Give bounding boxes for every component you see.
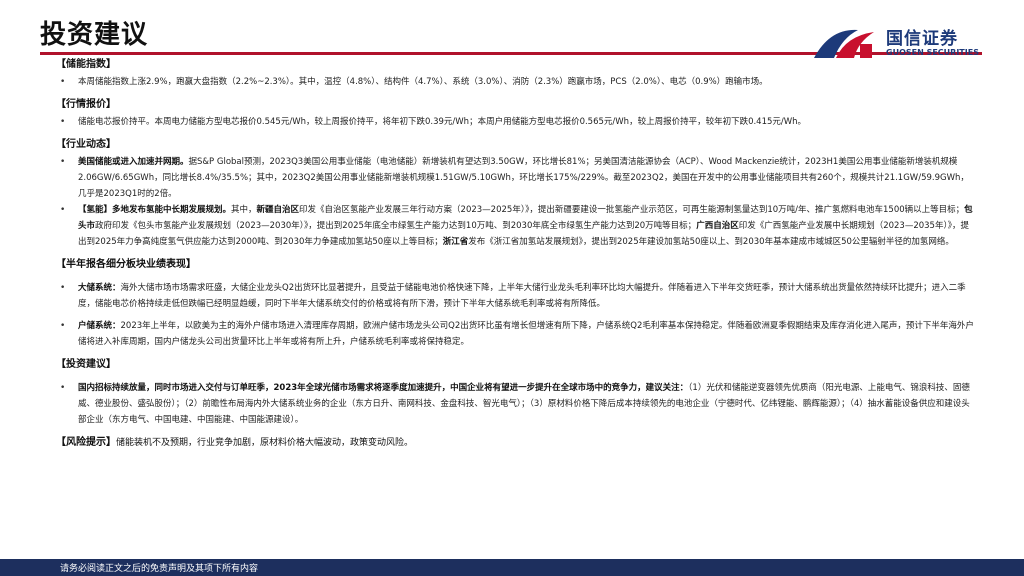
item-bold: 国内招标持续放量，同时市场进入交付与订单旺季，2023年全球光储市场需求将逐季度…	[78, 383, 689, 393]
logo-mark-icon	[814, 29, 874, 58]
item-text: 2023年上半年，以欧美为主的海外户储市场进入清理库存周期，欧洲户储市场龙头公司…	[78, 321, 974, 347]
item-text: 印发《自治区氢能产业发展三年行动方案（2023—2025年）》，提出新疆要建设一…	[299, 205, 965, 215]
item-text: 储能电芯报价持平。本周电力储能方型电芯报价0.545元/Wh，较上周报价持平，将…	[78, 117, 807, 127]
item-bold: 浙江省	[442, 237, 469, 247]
item-bold: 大储系统：	[78, 283, 121, 293]
item-text: 据S&P Global预测，2023Q3美国公用事业储能（电池储能）新增装机有望…	[78, 157, 969, 199]
item-bold: 户储系统：	[78, 321, 121, 331]
bullet-icon: •	[60, 205, 66, 215]
list-item: • 大储系统：海外大储市场市场需求旺盛，大储企业龙头Q2出货环比显著提升，且受益…	[56, 280, 976, 312]
item-bold: 【氢能】多地发布氢能中长期发展规划。	[78, 205, 232, 215]
logo-text-cn: 国信证券	[886, 29, 958, 49]
bullet-icon: •	[60, 383, 66, 393]
footer-disclaimer: 请务必阅读正文之后的免责声明及其项下所有内容	[60, 564, 259, 574]
item-text: 海外大储市场市场需求旺盛，大储企业龙头Q2出货环比显著提升，且受益于储能电池价格…	[78, 283, 966, 309]
item-bold: 新疆自治区	[256, 205, 300, 215]
item-bold: 广西自治区	[696, 221, 739, 231]
section-head-industry: 【行业动态】	[56, 139, 116, 150]
bullet-icon: •	[60, 157, 66, 167]
list-item: • 户储系统：2023年上半年，以欧美为主的海外户储市场进入清理库存周期，欧洲户…	[56, 318, 976, 350]
item-text: 发布《浙江省加氢站发展规划》，提出到2025年建设加氢站50座以上、到2030年…	[468, 237, 954, 247]
item-text: 其中，	[231, 205, 257, 215]
risk-head: 【风险提示】	[56, 437, 116, 448]
section-head-half-year: 【半年报各细分板块业绩表现】	[56, 259, 196, 270]
bullet-icon: •	[60, 321, 66, 331]
list-item: • 本周储能指数上涨2.9%，跑赢大盘指数（2.2%~2.3%）。其中，温控（4…	[56, 74, 976, 90]
list-item: • 【氢能】多地发布氢能中长期发展规划。其中，新疆自治区印发《自治区氢能产业发展…	[56, 202, 976, 250]
list-item: • 美国储能或进入加速并网期。据S&P Global预测，2023Q3美国公用事…	[56, 154, 976, 202]
list-item: • 国内招标持续放量，同时市场进入交付与订单旺季，2023年全球光储市场需求将逐…	[56, 380, 976, 428]
page-title: 投资建议	[40, 20, 149, 50]
item-text: 本周储能指数上涨2.9%，跑赢大盘指数（2.2%~2.3%）。其中，温控（4.8…	[78, 77, 768, 87]
section-head-price: 【行情报价】	[56, 99, 116, 110]
risk-notice: 【风险提示】储能装机不及预期，行业竞争加剧，原材料价格大幅波动，政策变动风险。	[56, 434, 976, 452]
section-head-storage-index: 【储能指数】	[56, 59, 116, 70]
bullet-icon: •	[60, 283, 66, 293]
section-head-investment: 【投资建议】	[56, 359, 116, 370]
item-bold: 美国储能或进入加速并网期。	[78, 157, 189, 167]
bullet-icon: •	[60, 117, 66, 127]
list-item: • 储能电芯报价持平。本周电力储能方型电芯报价0.545元/Wh，较上周报价持平…	[56, 114, 976, 130]
bullet-icon: •	[60, 77, 66, 87]
item-text: 政府印发《包头市氢能产业发展规划（2023—2030年）》，提出到2025年底全…	[95, 221, 697, 231]
main-content: 【储能指数】 • 本周储能指数上涨2.9%，跑赢大盘指数（2.2%~2.3%）。…	[56, 56, 976, 452]
risk-text: 储能装机不及预期，行业竞争加剧，原材料价格大幅波动，政策变动风险。	[116, 438, 414, 448]
footer-bar: 请务必阅读正文之后的免责声明及其项下所有内容	[0, 559, 1024, 576]
